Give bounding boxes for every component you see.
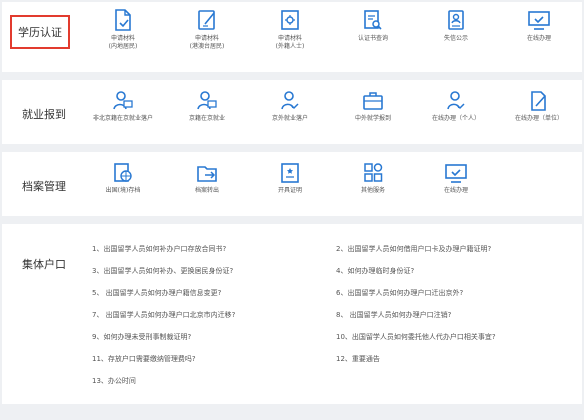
document-check-icon — [115, 9, 131, 31]
emp-item-label: 中外就学报到 — [354, 115, 391, 122]
arc-item-online[interactable]: 在线办理 — [414, 162, 498, 195]
edu-item-sublabel: (港澳台居民) — [189, 43, 225, 50]
emp-item-outside[interactable]: 京外就业落户 — [248, 90, 332, 123]
grid-services-icon — [364, 163, 383, 182]
category-archives[interactable]: 档案管理 — [22, 178, 66, 194]
faq-link[interactable]: 9、如何办理未受刑事制裁证明? — [92, 332, 191, 342]
person-check-icon — [281, 91, 299, 110]
edu-item-sublabel: (内地居民) — [108, 43, 138, 50]
monitor-check-icon — [528, 11, 550, 30]
edu-item-label: 在线办理 — [526, 35, 551, 42]
edu-item-label: 申请材料 — [277, 35, 302, 42]
edu-item-query[interactable]: 认证书查询 — [331, 8, 415, 43]
id-badge-icon — [448, 10, 464, 30]
arc-item-abroad[interactable]: 出国(境)存档 — [81, 162, 165, 195]
arc-item-label: 档案转出 — [194, 187, 219, 194]
arc-item-other[interactable]: 其他服务 — [331, 162, 415, 195]
faq-link[interactable]: 5、 出国留学人员如何办理户籍信息变更? — [92, 288, 221, 298]
emp-item-study[interactable]: 中外就学报到 — [331, 90, 415, 123]
person-check-icon — [447, 91, 465, 110]
document-edit-icon — [531, 91, 546, 111]
edu-item-label: 申请材料 — [110, 35, 135, 42]
household-panel: 集体户口 1、出国留学人员如何补办户口存放合同书? 3、出国留学人员如何补办、更… — [2, 224, 582, 404]
faq-link[interactable]: 1、出国留学人员如何补办户口存放合同书? — [92, 244, 226, 254]
emp-item-label: 京籍在京就业 — [188, 115, 225, 122]
arc-item-label: 出国(境)存档 — [105, 187, 141, 194]
edu-item-online[interactable]: 在线办理 — [497, 8, 581, 43]
arc-item-label: 开具证明 — [277, 187, 302, 194]
edu-item-hkmotw[interactable]: 申请材料 (港澳台居民) — [165, 8, 249, 51]
emp-item-nonbj-settle[interactable]: 非北京籍在京就业落户 — [81, 90, 165, 123]
edu-item-mainland[interactable]: 申请材料 (内地居民) — [81, 8, 165, 51]
edu-item-blacklist[interactable]: 失信公示 — [414, 8, 498, 43]
briefcase-icon — [363, 92, 383, 110]
edu-item-label: 申请材料 — [194, 35, 219, 42]
employment-panel: 就业报到 非北京籍在京就业落户 京籍在京就业 京外就业落户 中外就学报到 在线办… — [2, 80, 582, 144]
category-education[interactable]: 学历认证 — [10, 15, 70, 49]
faq-link[interactable]: 12、重要通告 — [336, 354, 380, 364]
faq-link[interactable]: 3、出国留学人员如何补办、更换居民身份证? — [92, 266, 233, 276]
faq-link[interactable]: 13、办公时间 — [92, 376, 136, 386]
person-card-icon — [197, 91, 217, 110]
arc-item-label: 其他服务 — [360, 187, 385, 194]
faq-link[interactable]: 7、 出国留学人员如何办理户口北京市内迁移? — [92, 310, 235, 320]
emp-item-label: 京外就业落户 — [271, 115, 308, 122]
faq-link[interactable]: 8、 出国留学人员如何办理户口注销? — [336, 310, 451, 320]
faq-link[interactable]: 11、存放户口需要缴纳管理费吗? — [92, 354, 196, 364]
emp-item-online-unit[interactable]: 在线办理（单位） — [497, 90, 581, 123]
document-gear-icon — [281, 10, 299, 30]
arc-item-transfer[interactable]: 档案转出 — [165, 162, 249, 195]
folder-out-icon — [197, 166, 217, 182]
faq-link[interactable]: 2、出国留学人员如何借用户口卡及办理户籍证明? — [336, 244, 491, 254]
faq-link[interactable]: 4、如何办理临时身份证? — [336, 266, 414, 276]
faq-link[interactable]: 6、出国留学人员如何办理户口迁出京外? — [336, 288, 463, 298]
category-employment[interactable]: 就业报到 — [22, 106, 66, 122]
person-card-icon — [113, 91, 133, 110]
document-edit-icon — [198, 10, 215, 30]
document-search-icon — [364, 10, 382, 30]
globe-document-icon — [114, 163, 132, 182]
edu-item-sublabel: (外籍人士) — [275, 43, 305, 50]
edu-item-foreign[interactable]: 申请材料 (外籍人士) — [248, 8, 332, 51]
emp-item-bj[interactable]: 京籍在京就业 — [165, 90, 249, 123]
archives-panel: 档案管理 出国(境)存档 档案转出 开具证明 其他服务 在线办理 — [2, 152, 582, 216]
education-panel: 学历认证 申请材料 (内地居民) 申请材料 (港澳台居民) 申请材料 (外籍人士… — [2, 2, 582, 72]
edu-item-label: 失信公示 — [443, 35, 468, 42]
monitor-check-icon — [445, 164, 467, 183]
certificate-icon — [281, 163, 299, 183]
arc-item-label: 在线办理 — [443, 187, 468, 194]
emp-item-label: 非北京籍在京就业落户 — [92, 115, 153, 122]
emp-item-label: 在线办理（个人） — [431, 115, 480, 122]
arc-item-certificate[interactable]: 开具证明 — [248, 162, 332, 195]
edu-item-label: 认证书查询 — [357, 35, 388, 42]
category-household[interactable]: 集体户口 — [22, 256, 66, 272]
emp-item-online-personal[interactable]: 在线办理（个人） — [414, 90, 498, 123]
faq-link[interactable]: 10、出国留学人员如何委托他人代办户口相关事宜? — [336, 332, 496, 342]
emp-item-label: 在线办理（单位） — [514, 115, 563, 122]
